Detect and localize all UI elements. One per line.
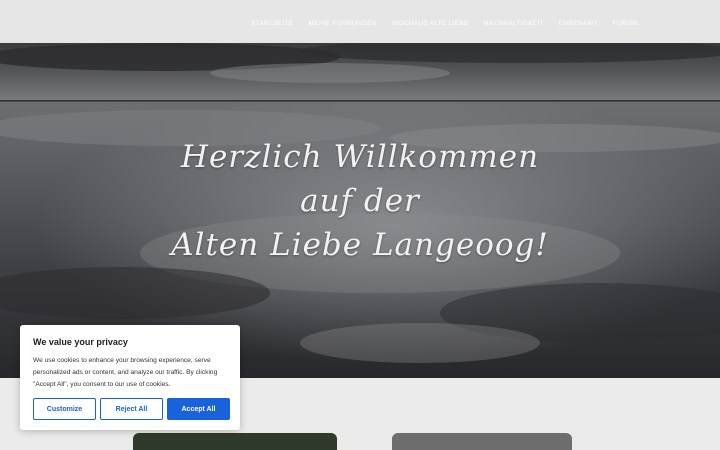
hero-heading-line-1: Herzlich Willkommen bbox=[180, 139, 540, 175]
nav-item-wochaus-alte-liebe[interactable]: WOCHAUS ALTE LIEBE bbox=[392, 20, 469, 27]
cookie-consent-banner: We value your privacy We use cookies to … bbox=[20, 325, 240, 430]
site-header: STARTSEITE MEINE FÜHRUNGEN WOCHAUS ALTE … bbox=[0, 0, 720, 43]
nav-item-meine-fuehrungen[interactable]: MEINE FÜHRUNGEN bbox=[308, 20, 376, 27]
nav-item-ehrenamt[interactable]: EHRENAMT bbox=[559, 20, 598, 27]
nav-item-startseite[interactable]: STARTSEITE bbox=[251, 20, 294, 27]
main-navigation: STARTSEITE MEINE FÜHRUNGEN WOCHAUS ALTE … bbox=[251, 20, 638, 27]
nav-item-forum[interactable]: FORUM bbox=[613, 20, 638, 27]
hero-heading: Herzlich Willkommen auf der Alten Liebe … bbox=[0, 135, 720, 267]
content-card-image[interactable] bbox=[133, 433, 337, 450]
accept-all-button[interactable]: Accept All bbox=[167, 398, 230, 420]
nav-item-nachhaltigkeit[interactable]: NACHHALTIGKEIT bbox=[484, 20, 544, 27]
cookie-description: We use cookies to enhance your browsing … bbox=[33, 357, 218, 388]
cookie-button-group: Customize Reject All Accept All bbox=[33, 398, 230, 420]
content-card-image[interactable] bbox=[392, 433, 572, 450]
reject-all-button[interactable]: Reject All bbox=[100, 398, 163, 420]
customize-button[interactable]: Customize bbox=[33, 398, 96, 420]
hero-heading-line-3: Alten Liebe Langeoog! bbox=[171, 227, 549, 263]
cookie-title: We value your privacy bbox=[33, 337, 128, 347]
hero-heading-line-2: auf der bbox=[300, 183, 420, 219]
